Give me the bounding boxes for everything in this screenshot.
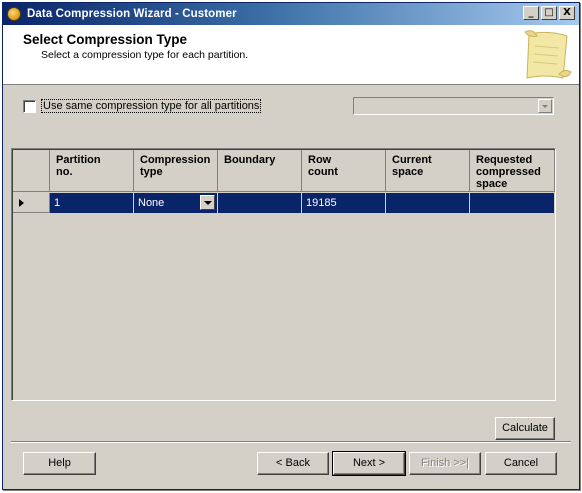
column-header-current-space[interactable]: Current space <box>386 150 470 192</box>
same-compression-label[interactable]: Use same compression type for all partit… <box>41 99 262 113</box>
close-button[interactable]: X <box>559 6 575 20</box>
partitions-grid: Partition no. Compression type Boundary … <box>11 148 556 401</box>
finish-button: Finish >>| <box>409 452 481 475</box>
calculate-button[interactable]: Calculate <box>495 417 555 440</box>
scroll-icon <box>524 30 572 79</box>
minimize-button[interactable]: _ <box>523 6 539 20</box>
chevron-down-icon[interactable] <box>200 195 215 210</box>
compression-type-value: None <box>138 197 165 209</box>
wizard-header: Select Compression Type Select a compres… <box>3 25 579 85</box>
same-compression-checkbox[interactable] <box>23 99 36 113</box>
chevron-down-icon[interactable] <box>538 99 552 113</box>
help-button[interactable]: Help <box>23 452 96 475</box>
maximize-button[interactable]: □ <box>541 6 557 20</box>
window-title: Data Compression Wizard - Customer <box>27 8 237 20</box>
grid-header: Partition no. Compression type Boundary … <box>13 150 555 192</box>
page-title: Select Compression Type <box>23 32 188 47</box>
column-header-partition[interactable]: Partition no. <box>50 150 134 192</box>
all-partitions-compression-combo[interactable] <box>353 97 554 115</box>
cell-partition-no[interactable]: 1 <box>50 193 134 213</box>
back-button[interactable]: < Back <box>257 452 329 475</box>
page-subtitle: Select a compression type for each parti… <box>41 49 249 61</box>
title-bar[interactable]: Data Compression Wizard - Customer _ □ X <box>3 3 579 25</box>
table-row[interactable]: 1 None 19185 <box>13 193 555 213</box>
cell-compression-type[interactable]: None <box>134 193 218 213</box>
same-compression-option[interactable]: Use same compression type for all partit… <box>23 99 262 113</box>
cell-boundary[interactable] <box>218 193 302 213</box>
column-header-requested-space[interactable]: Requested compressed space <box>470 150 555 192</box>
cancel-button[interactable]: Cancel <box>485 452 557 475</box>
row-header-corner <box>13 150 50 192</box>
row-pointer-icon <box>19 199 24 207</box>
wizard-window: Data Compression Wizard - Customer _ □ X… <box>2 2 580 490</box>
column-header-compression-type[interactable]: Compression type <box>134 150 218 192</box>
cell-row-count[interactable]: 19185 <box>302 193 386 213</box>
next-button[interactable]: Next > <box>332 451 406 476</box>
app-icon <box>7 7 21 21</box>
window-controls: _ □ X <box>523 6 575 20</box>
column-header-row-count[interactable]: Row count <box>302 150 386 192</box>
row-selector[interactable] <box>13 193 50 213</box>
column-header-boundary[interactable]: Boundary <box>218 150 302 192</box>
footer-separator <box>11 441 571 443</box>
cell-requested-space[interactable] <box>470 193 555 213</box>
cell-current-space[interactable] <box>386 193 470 213</box>
